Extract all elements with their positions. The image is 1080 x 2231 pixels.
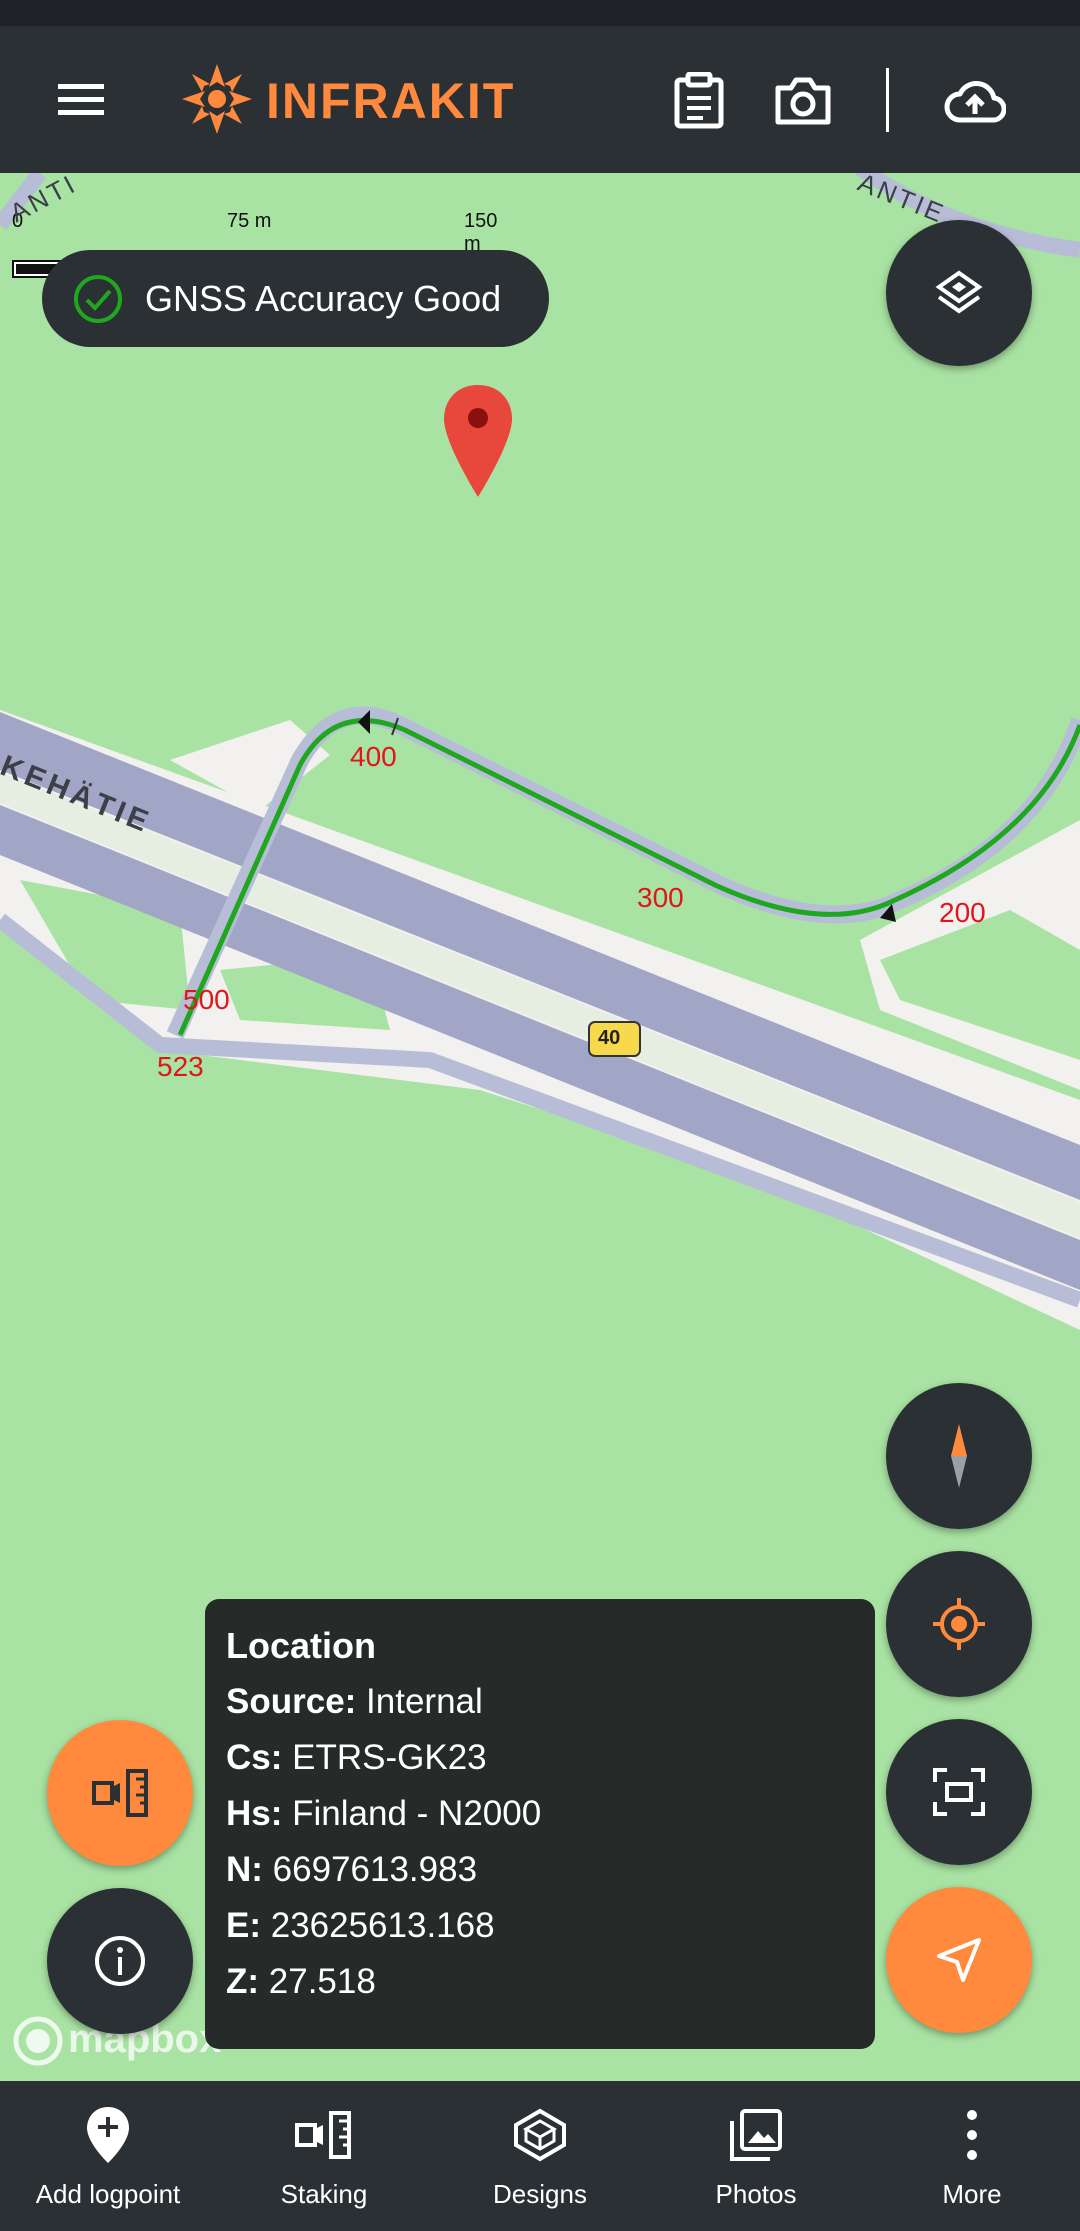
camera-icon[interactable] [774,76,832,126]
source-value: Internal [366,1682,483,1721]
nav-more[interactable]: More [864,2081,1080,2231]
cs-value: ETRS-GK23 [292,1738,487,1777]
navigate-button[interactable] [886,1887,1032,2033]
station-label: 523 [157,1051,204,1082]
top-app-bar: INFRAKIT [0,26,1080,173]
check-circle-icon [74,275,122,323]
nav-photos[interactable]: Photos [648,2081,864,2231]
staking-nav-icon [295,2111,351,2159]
fit-extent-button[interactable] [886,1719,1032,1865]
location-marker-icon[interactable] [442,383,514,499]
navigation-arrow-icon [937,1938,981,1982]
nav-more-label: More [942,2179,1002,2209]
more-vertical-icon [967,2110,977,2160]
toolbar-divider [886,68,889,132]
fit-screen-icon [933,1768,985,1816]
location-source-row: Source: Internal [226,1682,483,1722]
crosshair-icon [933,1598,985,1650]
station-label: 200 [939,897,986,928]
compass-button[interactable] [886,1383,1032,1529]
staking-mode-button[interactable] [47,1720,193,1866]
nav-designs-label: Designs [493,2179,587,2209]
info-icon [95,1936,145,1986]
n-value: 6697613.983 [272,1850,478,1889]
my-location-button[interactable] [886,1551,1032,1697]
status-bar [0,0,1080,26]
location-z-row: Z: 27.518 [226,1962,376,2002]
layers-button[interactable] [886,220,1032,366]
location-cs-row: Cs: ETRS-GK23 [226,1738,487,1778]
infrakit-logo-icon [180,62,254,136]
designs-cube-icon [514,2108,566,2162]
station-label: 400 [350,741,397,772]
layers-icon [935,270,983,314]
gnss-status-text: GNSS Accuracy Good [145,278,502,319]
station-label: 300 [637,882,684,913]
z-label: Z: [226,1962,260,2001]
staking-icon [92,1769,148,1817]
photos-icon [730,2109,782,2161]
station-label: 500 [183,984,230,1015]
nav-add-logpoint[interactable]: Add logpoint [0,2081,216,2231]
clipboard-icon[interactable] [672,71,726,130]
z-value: 27.518 [268,1962,376,2001]
brand-name: INFRAKIT [266,73,516,129]
scale-bar: 0 75 m 150 m [12,210,502,278]
e-label: E: [226,1906,261,1945]
location-e-row: E: 23625613.168 [226,1906,495,1946]
location-hs-row: Hs: Finland - N2000 [226,1794,541,1834]
nav-staking-label: Staking [280,2179,368,2209]
gnss-status-pill: GNSS Accuracy Good [42,250,549,347]
scale-mid-label: 75 m [227,210,272,232]
compass-icon [951,1424,967,1488]
nav-photos-label: Photos [715,2179,797,2209]
add-logpoint-icon [87,2107,129,2163]
hs-value: Finland - N2000 [292,1794,542,1833]
menu-icon[interactable] [56,80,108,120]
hs-label: Hs: [226,1794,283,1833]
nav-designs[interactable]: Designs [432,2081,648,2231]
location-info-panel: Location Source: Internal Cs: ETRS-GK23 … [205,1599,875,2049]
location-title: Location [226,1625,376,1666]
cs-label: Cs: [226,1738,283,1777]
road-shield-label: 40 [598,1027,621,1049]
n-label: N: [226,1850,263,1889]
e-value: 23625613.168 [270,1906,495,1945]
info-button[interactable] [47,1888,193,2034]
source-label: Source: [226,1682,357,1721]
location-n-row: N: 6697613.983 [226,1850,477,1890]
nav-staking[interactable]: Staking [216,2081,432,2231]
cloud-upload-icon[interactable] [944,76,1007,124]
bottom-navigation: Add logpoint Staking Designs Photos More [0,2081,1080,2231]
nav-add-logpoint-label: Add logpoint [35,2179,181,2209]
